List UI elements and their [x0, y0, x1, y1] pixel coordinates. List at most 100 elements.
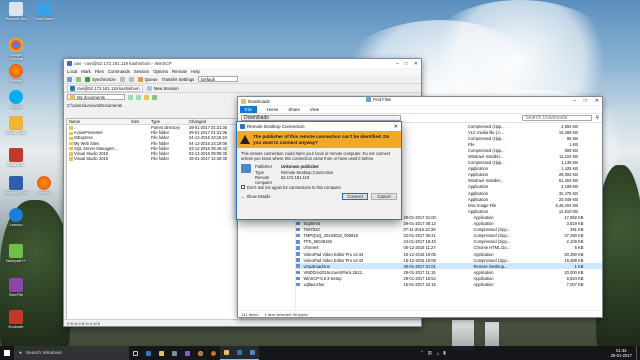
- terminal-icon[interactable]: [128, 76, 134, 82]
- taskbar-store[interactable]: [168, 346, 181, 360]
- file-row[interactable]: VideoPad Video Editor Pro v3.43 18-12-201…: [296, 251, 602, 257]
- taskbar-visual-studio[interactable]: [181, 346, 194, 360]
- minimize-icon[interactable]: –: [396, 61, 399, 67]
- col-changed[interactable]: Changed: [187, 119, 241, 124]
- transfer-settings-select[interactable]: Default: [198, 76, 239, 82]
- taskbar-winscp[interactable]: [233, 346, 246, 360]
- file-row[interactable]: TMPQUQ_20163022_005818 22-01-2017 05:21 Co…: [296, 233, 602, 239]
- menu-mark[interactable]: Mark: [81, 69, 91, 74]
- menu-files[interactable]: Files: [95, 69, 104, 74]
- file-row[interactable]: Supremo 29-01-2017 08:13 Application 3,819 …: [296, 221, 602, 227]
- start-button[interactable]: [0, 346, 14, 360]
- file-row[interactable]: VMDDriv2015AzureSPack.2622.. 29-01-2017 1…: [296, 269, 602, 275]
- chevron-up-icon[interactable]: ⌃: [420, 350, 424, 356]
- taskbar-explorer[interactable]: [155, 346, 168, 360]
- table-row[interactable]: Visual Studio 2015 File folder 15-01-2017 …: [67, 156, 241, 161]
- local-location-select[interactable]: My documents: [67, 94, 125, 100]
- taskbar-chrome[interactable]: [194, 346, 207, 360]
- desktop-icon-firefox2[interactable]: Firefox: [31, 176, 57, 195]
- tab-home[interactable]: Home: [267, 107, 278, 112]
- find-files-button[interactable]: Find Files: [366, 97, 391, 102]
- network-icon[interactable]: ▤: [428, 350, 432, 356]
- desktop-icon-skype[interactable]: Skype: [3, 90, 29, 109]
- battery-icon[interactable]: ▮: [443, 350, 445, 356]
- menu-remote[interactable]: Remote: [172, 69, 187, 74]
- desktop-icon-lenovo[interactable]: Lenovo: [3, 208, 29, 227]
- parent-dir-icon[interactable]: [144, 94, 149, 100]
- file-row[interactable]: virtualmachine 29-01-2017 01:01 Remote Des…: [296, 263, 602, 270]
- dont-ask-checkbox-row[interactable]: Don't ask me again for connections to th…: [241, 185, 397, 190]
- file-row[interactable]: TPS_55048193 24-01-2017 18:49 Compressed (…: [296, 239, 602, 245]
- synchronize-button[interactable]: Synchronize: [85, 76, 116, 82]
- desktop-icon-kalainow[interactable]: KalaiNow: [3, 148, 29, 167]
- cancel-button[interactable]: Cancel: [371, 192, 397, 200]
- volume-icon[interactable]: ♫: [436, 351, 439, 356]
- queue-button[interactable]: Queue: [137, 76, 158, 82]
- col-name[interactable]: Name: [67, 119, 129, 124]
- maximize-icon[interactable]: □: [405, 61, 408, 67]
- desktop-icon-snipping[interactable]: Snipping Tool: [3, 176, 29, 195]
- taskbar-task-view[interactable]: [129, 346, 142, 360]
- tab-view[interactable]: View: [310, 107, 319, 112]
- show-desktop-button[interactable]: [635, 346, 640, 360]
- file-type: Compressed (zipp...: [468, 123, 505, 129]
- col-size[interactable]: Size: [129, 119, 149, 124]
- desktop-icon-endnote[interactable]: Endnote: [3, 310, 29, 329]
- rdp-dialog[interactable]: Remote Desktop Connection ✕ The publishe…: [236, 121, 402, 220]
- connect-button[interactable]: Connect: [342, 192, 368, 200]
- taskbar-search[interactable]: ● Search Windows: [14, 346, 129, 360]
- minimize-icon[interactable]: –: [573, 98, 576, 104]
- col-type[interactable]: Type: [149, 119, 187, 124]
- refresh-icon[interactable]: [76, 76, 81, 82]
- file-row[interactable]: TIM7523 07-11-2016 22:26 Compressed (zipp.…: [296, 227, 602, 233]
- menu-help[interactable]: Help: [191, 69, 200, 74]
- taskbar-explorer-2[interactable]: [220, 346, 233, 360]
- explorer-titlebar[interactable]: Downloads – □ ✕: [238, 97, 602, 106]
- dialog-titlebar[interactable]: Remote Desktop Connection ✕: [237, 122, 401, 131]
- new-session-button[interactable]: New Session: [146, 85, 179, 91]
- winscp-titlebar[interactable]: ravi - ravi@52.172.181.119 kashishom - W…: [64, 59, 421, 68]
- tab-share[interactable]: Share: [288, 107, 299, 112]
- maximize-icon[interactable]: □: [584, 98, 587, 104]
- file-type: Application: [468, 184, 489, 190]
- session-tab[interactable]: ravi@52.172.181.119 kashishom: [67, 84, 143, 92]
- desktop-icon-timesheet[interactable]: TimeSheet: [31, 2, 57, 21]
- taskbar-edge[interactable]: [142, 346, 155, 360]
- file-row[interactable]: WinSCP-5.9.3-Setup 29-01-2017 16:54 Applic…: [296, 275, 602, 281]
- desktop-icon-firefox[interactable]: Firefox: [3, 64, 29, 83]
- chrome-icon: [9, 38, 23, 52]
- desktop-icon-notepadpp[interactable]: Notepad++: [3, 244, 29, 263]
- refresh-icon[interactable]: [152, 94, 157, 100]
- taskbar-rdp[interactable]: [246, 346, 259, 360]
- close-icon[interactable]: ✕: [394, 124, 398, 130]
- menu-commands[interactable]: Commands: [108, 69, 130, 74]
- taskbar-firefox[interactable]: [207, 346, 220, 360]
- desktop-icon-sizefile[interactable]: SizeFile: [3, 278, 29, 297]
- local-file-pane[interactable]: Name Size Type Changed .. Parent director…: [66, 118, 242, 321]
- menu-local[interactable]: Local: [67, 69, 77, 74]
- menu-options[interactable]: Options: [153, 69, 168, 74]
- close-icon[interactable]: ✕: [414, 61, 418, 67]
- file-row[interactable]: uTorrent 06-12-2016 11:27 Chrome HTML Do..…: [296, 245, 602, 251]
- folder-icon[interactable]: [67, 76, 72, 82]
- file-type: Application: [473, 281, 494, 287]
- dont-ask-checkbox[interactable]: [241, 185, 245, 190]
- back-icon[interactable]: [128, 94, 133, 100]
- recycle-bin-icon: [9, 2, 23, 16]
- file-name: VideoPad Video Editor Pro v3.43: [303, 257, 364, 263]
- search-icon[interactable]: ⚲: [595, 115, 599, 121]
- compare-icon[interactable]: [119, 76, 125, 82]
- tab-file[interactable]: File: [240, 106, 257, 113]
- desktop-icon-recycle-bin[interactable]: Recycle Bin: [3, 2, 29, 21]
- show-details-toggle[interactable]: ⌄ Show Details: [241, 194, 270, 199]
- file-row[interactable]: VideoPad Video Editor Pro v3.43 18-12-201…: [296, 257, 602, 263]
- local-path[interactable]: C:\Users\Lenovo\Documents: [67, 103, 122, 108]
- search-input[interactable]: Search Downloads: [522, 115, 593, 121]
- desktop-icon-nokia[interactable]: Nokia Suite: [3, 116, 29, 135]
- clock[interactable]: 01:33 29-01-2017: [607, 348, 636, 358]
- file-row[interactable]: xqtlauncher 15-01-2017 22:15 Application 7,…: [296, 281, 602, 287]
- close-icon[interactable]: ✕: [595, 98, 599, 104]
- menu-session[interactable]: Session: [134, 69, 149, 74]
- forward-icon[interactable]: [136, 94, 141, 100]
- desktop-icon-chrome[interactable]: Google Chrome: [3, 38, 29, 62]
